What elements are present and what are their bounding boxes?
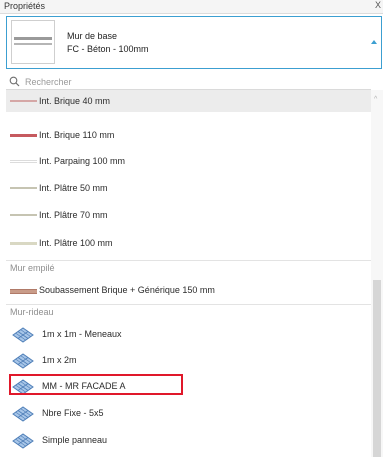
- curtain-wall-icon: [12, 406, 34, 422]
- list-item-label: Int. Brique 40 mm: [39, 96, 111, 106]
- list-item-label: 1m x 2m: [42, 355, 77, 365]
- scrollbar[interactable]: ^: [371, 90, 383, 457]
- wall-type-preview-icon: [11, 20, 55, 64]
- divider: [6, 304, 371, 305]
- close-button[interactable]: X: [375, 0, 381, 10]
- search-field[interactable]: Rechercher: [6, 74, 371, 90]
- wall-swatch-icon: [10, 134, 37, 137]
- list-item-label: Int. Plâtre 70 mm: [39, 210, 108, 220]
- list-item-label: 1m x 1m - Meneaux: [42, 329, 122, 339]
- list-item-curtain-wall[interactable]: Simple panneau: [6, 429, 371, 451]
- list-item-curtain-wall[interactable]: 1m x 2m: [6, 349, 371, 371]
- group-header-curtain: Mur-rideau: [10, 307, 54, 317]
- search-icon: [9, 76, 20, 87]
- wall-swatch-icon: [10, 242, 37, 245]
- list-item-label: Int. Parpaing 100 mm: [39, 156, 126, 166]
- type-selector[interactable]: Mur de base FC - Béton - 100mm: [6, 16, 382, 69]
- list-item-wall[interactable]: Int. Brique 40 mm: [6, 90, 371, 112]
- scrollbar-thumb[interactable]: [373, 280, 381, 457]
- curtain-wall-icon: [12, 353, 34, 369]
- scroll-up-icon[interactable]: ^: [374, 96, 377, 103]
- list-item-label: MM - MR FACADE A: [42, 381, 126, 391]
- type-name-label: FC - Béton - 100mm: [67, 44, 149, 54]
- list-item-wall[interactable]: Int. Plâtre 100 mm: [6, 232, 371, 254]
- type-family-label: Mur de base: [67, 31, 118, 41]
- type-list: Int. Brique 40 mm Int. Brique 110 mm Int…: [6, 90, 371, 457]
- curtain-wall-icon: [12, 433, 34, 449]
- list-item-curtain-wall[interactable]: MM - MR FACADE A: [6, 375, 371, 397]
- dropdown-arrow-icon[interactable]: [371, 40, 377, 44]
- list-item-label: Int. Brique 110 mm: [39, 130, 115, 140]
- curtain-wall-icon: [12, 379, 34, 395]
- list-item-label: Int. Plâtre 100 mm: [39, 238, 113, 248]
- list-item-wall[interactable]: Int. Plâtre 50 mm: [6, 177, 371, 199]
- group-header-stacked: Mur empilé: [10, 263, 55, 273]
- list-item-wall[interactable]: Int. Plâtre 70 mm: [6, 204, 371, 226]
- list-item-label: Soubassement Brique + Générique 150 mm: [39, 285, 215, 295]
- properties-titlebar: Propriétés X: [0, 0, 383, 14]
- list-item-wall[interactable]: Int. Parpaing 100 mm: [6, 150, 371, 172]
- divider: [6, 260, 371, 261]
- list-item-curtain-wall[interactable]: 1m x 1m - Meneaux: [6, 323, 371, 345]
- wall-swatch-icon: [10, 187, 37, 189]
- list-item-wall[interactable]: Int. Brique 110 mm: [6, 124, 371, 146]
- list-item-label: Simple panneau: [42, 435, 108, 445]
- list-item-curtain-wall[interactable]: Nbre Fixe - 5x5: [6, 402, 371, 424]
- search-input[interactable]: Rechercher: [25, 77, 72, 87]
- wall-swatch-icon: [10, 100, 37, 102]
- stacked-wall-swatch-icon: [10, 289, 37, 294]
- wall-swatch-icon: [10, 160, 37, 163]
- list-item-label: Nbre Fixe - 5x5: [42, 408, 104, 418]
- wall-swatch-icon: [10, 214, 37, 216]
- list-item-label: Int. Plâtre 50 mm: [39, 183, 108, 193]
- curtain-wall-icon: [12, 327, 34, 343]
- list-item-stacked-wall[interactable]: Soubassement Brique + Générique 150 mm: [6, 279, 371, 301]
- panel-title: Propriétés: [4, 1, 46, 11]
